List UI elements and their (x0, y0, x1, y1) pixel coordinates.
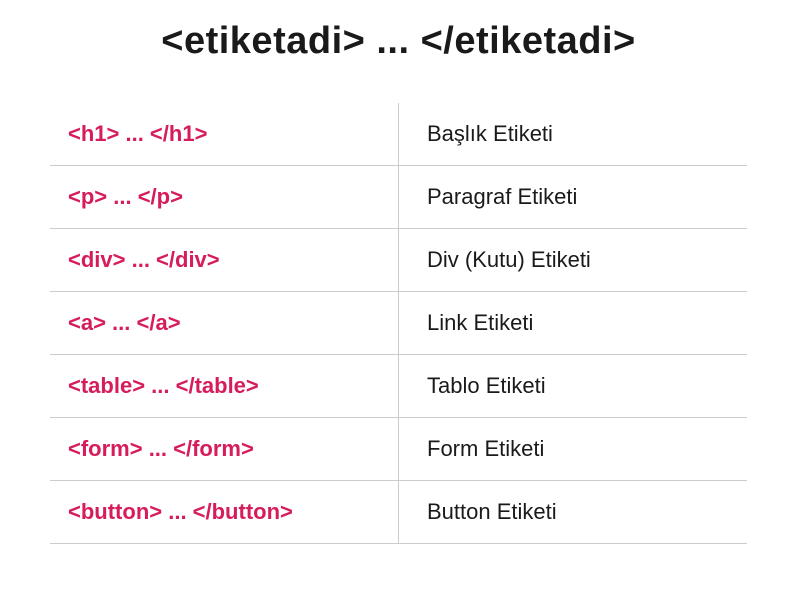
table-row: <form> ... </form> Form Etiketi (50, 418, 747, 481)
table-row: <button> ... </button> Button Etiketi (50, 481, 747, 544)
table-row: <div> ... </div> Div (Kutu) Etiketi (50, 229, 747, 292)
table-row: <a> ... </a> Link Etiketi (50, 292, 747, 355)
tag-cell: <h1> ... </h1> (50, 103, 399, 166)
tag-cell: <p> ... </p> (50, 166, 399, 229)
tag-cell: <button> ... </button> (50, 481, 399, 544)
table-row: <h1> ... </h1> Başlık Etiketi (50, 103, 747, 166)
page-title: <etiketadi> ... </etiketadi> (50, 20, 747, 63)
tag-reference-table: <h1> ... </h1> Başlık Etiketi <p> ... </… (50, 103, 747, 544)
desc-cell: Başlık Etiketi (399, 103, 748, 166)
desc-cell: Link Etiketi (399, 292, 748, 355)
tag-cell: <table> ... </table> (50, 355, 399, 418)
table-row: <table> ... </table> Tablo Etiketi (50, 355, 747, 418)
tag-cell: <a> ... </a> (50, 292, 399, 355)
desc-cell: Form Etiketi (399, 418, 748, 481)
desc-cell: Tablo Etiketi (399, 355, 748, 418)
tag-cell: <div> ... </div> (50, 229, 399, 292)
desc-cell: Div (Kutu) Etiketi (399, 229, 748, 292)
desc-cell: Button Etiketi (399, 481, 748, 544)
tag-cell: <form> ... </form> (50, 418, 399, 481)
table-row: <p> ... </p> Paragraf Etiketi (50, 166, 747, 229)
desc-cell: Paragraf Etiketi (399, 166, 748, 229)
